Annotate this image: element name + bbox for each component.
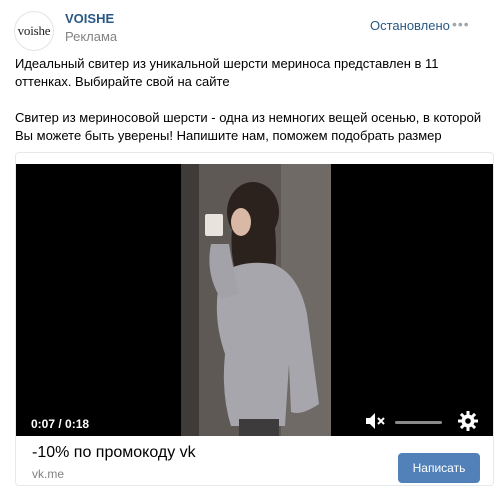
volume-slider[interactable] (395, 421, 442, 424)
video-frame-image (181, 164, 331, 436)
avatar-logo-text: voishe (17, 23, 51, 38)
more-icon[interactable]: ••• (452, 16, 470, 32)
ad-card: 0:07 / 0:18 -10% по промокоду vk vk.me Н… (15, 152, 494, 486)
ad-domain[interactable]: vk.me (32, 467, 64, 481)
avatar[interactable]: voishe (14, 11, 54, 51)
mute-icon[interactable] (365, 412, 387, 430)
video-time: 0:07 / 0:18 (31, 417, 90, 431)
post-text-1: Идеальный свитер из уникальной шерсти ме… (15, 56, 439, 89)
ad-title[interactable]: -10% по промокоду vk (32, 444, 196, 462)
post-text-2: Свитер из мериносовой шерсти - одна из н… (15, 110, 482, 143)
write-button[interactable]: Написать (398, 453, 480, 483)
video-frame (181, 164, 331, 436)
ad-label: Реклама (65, 29, 118, 44)
video-player[interactable]: 0:07 / 0:18 (16, 164, 493, 436)
status-link[interactable]: Остановлено (370, 18, 450, 33)
gear-icon[interactable] (458, 411, 478, 431)
author-name[interactable]: VOISHE (65, 11, 114, 26)
